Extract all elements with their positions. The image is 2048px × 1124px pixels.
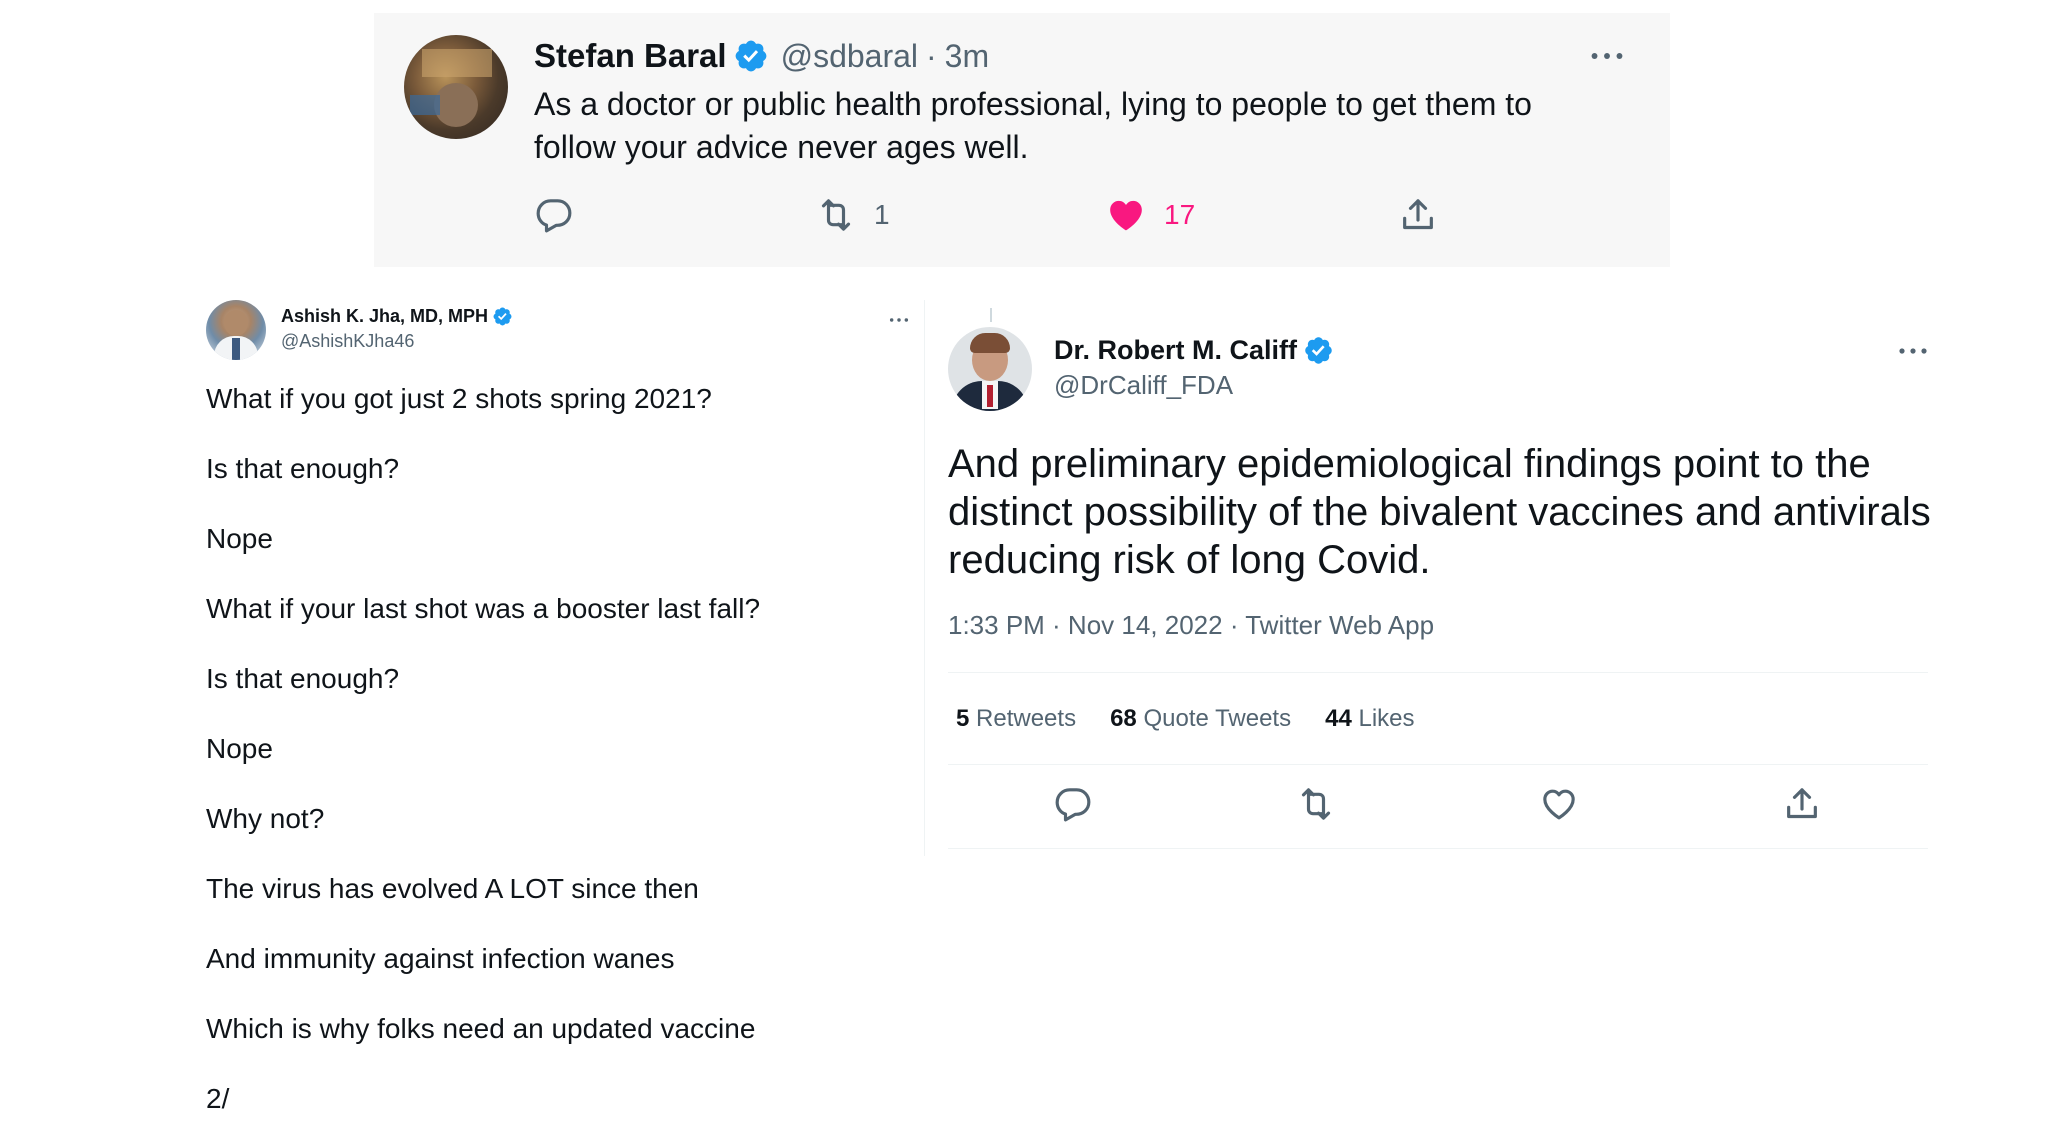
- avatar[interactable]: [404, 35, 508, 139]
- retweet-icon[interactable]: [1296, 784, 1336, 824]
- retweet-button[interactable]: 1: [816, 195, 890, 235]
- like-button[interactable]: 17: [1106, 195, 1195, 235]
- like-count: 17: [1164, 199, 1196, 230]
- tweet-card-right[interactable]: Dr. Robert M. Califf @DrCaliff_FDA And p…: [948, 300, 1948, 860]
- heart-icon[interactable]: [1539, 784, 1579, 824]
- engagement-stats: 5 Retweets 68 Quote Tweets 44 Likes: [956, 705, 1415, 733]
- share-icon[interactable]: [1782, 784, 1822, 824]
- more-icon[interactable]: [1898, 344, 1928, 358]
- tweet-header: Dr. Robert M. Califf: [1054, 335, 1334, 366]
- tweet-card-top[interactable]: Stefan Baral @sdbaral · 3m As a doctor o…: [374, 13, 1670, 267]
- avatar[interactable]: [206, 300, 266, 360]
- stat-label: Likes: [1358, 705, 1415, 732]
- tweet-line: What if your last shot was a booster las…: [206, 593, 761, 624]
- stat-number: 68: [1110, 705, 1137, 732]
- avatar[interactable]: [948, 327, 1032, 411]
- tweet-line: The virus has evolved A LOT since then: [206, 873, 699, 904]
- stat-label: Quote Tweets: [1143, 705, 1292, 732]
- tweet-line: Nope: [206, 523, 273, 554]
- tweet-line: Why not?: [206, 803, 325, 834]
- tweet-text: What if you got just 2 shots spring 2021…: [206, 382, 760, 1124]
- reply-button[interactable]: [534, 195, 574, 235]
- retweet-icon: [816, 195, 856, 235]
- tweet-header: Stefan Baral @sdbaral · 3m: [534, 37, 989, 75]
- retweet-count: 1: [874, 199, 890, 230]
- tweet-line: Which is why folks need an updated vacci…: [206, 1013, 756, 1044]
- author-name[interactable]: Dr. Robert M. Califf: [1054, 335, 1297, 366]
- tweet-line: What if you got just 2 shots spring 2021…: [206, 383, 712, 414]
- stat-number: 5: [956, 705, 970, 732]
- stat-label: Retweets: [976, 705, 1077, 732]
- timestamp[interactable]: 3m: [945, 38, 989, 75]
- stat-likes[interactable]: 44 Likes: [1325, 705, 1414, 733]
- tweet-card-left[interactable]: Ashish K. Jha, MD, MPH @AshishKJha46 Wha…: [206, 300, 926, 1124]
- share-button[interactable]: [1398, 195, 1438, 235]
- more-icon[interactable]: [1590, 47, 1624, 65]
- stat-quote-tweets[interactable]: 68 Quote Tweets: [1110, 705, 1291, 733]
- tweet-line: Nope: [206, 733, 273, 764]
- tweet-line: And immunity against infection wanes: [206, 943, 675, 974]
- more-icon[interactable]: [889, 315, 909, 325]
- divider: [948, 848, 1928, 849]
- stat-number: 44: [1325, 705, 1352, 732]
- heart-icon: [1106, 195, 1146, 235]
- author-handle[interactable]: @AshishKJha46: [281, 331, 414, 352]
- tweet-line: Is that enough?: [206, 453, 400, 484]
- thread-connector: [990, 308, 992, 322]
- tweet-text: And preliminary epidemiological findings…: [948, 442, 1931, 582]
- verified-badge-icon: [733, 38, 769, 74]
- share-icon: [1398, 195, 1438, 235]
- tweet-text: As a doctor or public health professiona…: [534, 86, 1532, 165]
- tweet-line: Is that enough?: [206, 663, 400, 694]
- action-bar: [948, 784, 1928, 828]
- stat-retweets[interactable]: 5 Retweets: [956, 705, 1076, 733]
- divider: [924, 300, 925, 856]
- reply-icon[interactable]: [1053, 784, 1093, 824]
- divider: [948, 764, 1928, 765]
- author-name[interactable]: Ashish K. Jha, MD, MPH: [281, 306, 488, 327]
- verified-badge-icon: [1303, 335, 1334, 366]
- verified-badge-icon: [492, 306, 513, 327]
- tweet-metadata[interactable]: 1:33 PM · Nov 14, 2022 · Twitter Web App: [948, 610, 1434, 641]
- separator: ·: [926, 37, 937, 74]
- action-bar: 1 17: [534, 195, 1494, 239]
- author-handle[interactable]: @DrCaliff_FDA: [1054, 370, 1233, 401]
- author-name[interactable]: Stefan Baral: [534, 37, 727, 75]
- tweet-line: 2/: [206, 1083, 230, 1114]
- reply-icon: [534, 195, 574, 235]
- divider: [948, 672, 1928, 673]
- tweet-header: Ashish K. Jha, MD, MPH: [281, 306, 513, 327]
- author-handle[interactable]: @sdbaral: [781, 38, 918, 75]
